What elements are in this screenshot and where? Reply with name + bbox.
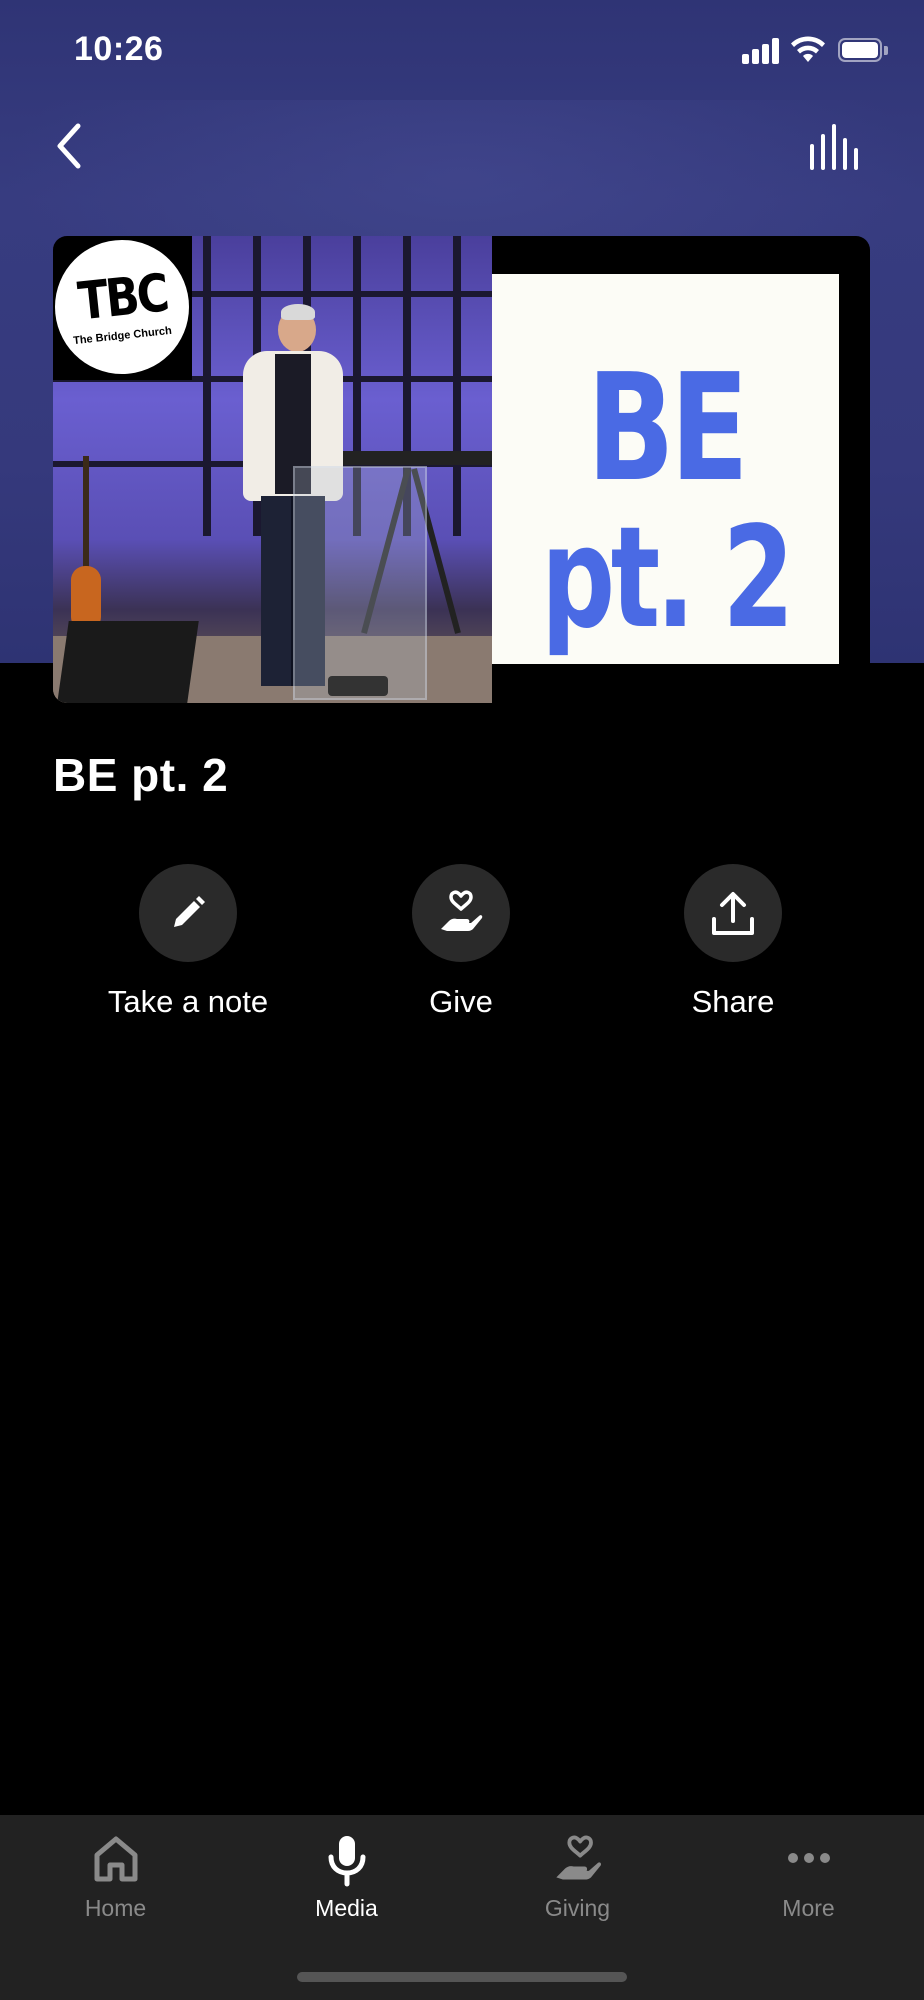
sermon-artwork: TBC The Bridge Church BE pt. 2	[53, 236, 870, 703]
episode-title: BE pt. 2	[53, 749, 229, 801]
back-button[interactable]	[50, 118, 94, 174]
tab-media[interactable]: Media	[231, 1815, 462, 1945]
status-time: 10:26	[74, 30, 164, 68]
chevron-left-icon	[57, 123, 81, 169]
title-card-line1: BE	[586, 342, 749, 514]
tab-home-label: Home	[84, 1895, 147, 1921]
logo-text: TBC	[75, 263, 170, 333]
heart-hand-icon	[555, 1835, 601, 1880]
heart-hand-icon	[441, 890, 483, 931]
home-indicator	[297, 1972, 627, 1982]
give-icon-circle	[412, 864, 510, 962]
take-note-label: Take a note	[107, 984, 269, 1019]
share-icon-circle	[684, 864, 782, 962]
take-note-icon-circle	[139, 864, 237, 962]
title-card-line2: pt. 2	[540, 497, 794, 660]
microphone-icon	[328, 1836, 365, 1887]
give-button[interactable]: Give	[331, 864, 591, 1020]
tab-giving-label: Giving	[544, 1895, 611, 1921]
audio-bars-icon	[810, 124, 858, 170]
tab-more[interactable]: More	[693, 1815, 924, 1945]
sermon-title-card: BE pt. 2	[492, 274, 839, 664]
audio-player-button[interactable]	[808, 124, 864, 172]
tab-media-label: Media	[315, 1895, 378, 1921]
cellular-signal-icon	[742, 38, 782, 64]
home-icon	[94, 1836, 137, 1882]
pencil-icon	[174, 896, 205, 927]
status-bar: 10:26	[0, 0, 924, 100]
give-label: Give	[429, 984, 493, 1019]
wifi-icon	[791, 36, 825, 62]
tab-home[interactable]: Home	[0, 1815, 231, 1945]
share-button[interactable]: Share	[603, 864, 863, 1020]
battery-icon	[838, 38, 888, 64]
take-note-button[interactable]: Take a note	[58, 864, 318, 1020]
share-upload-icon	[712, 892, 754, 935]
share-label: Share	[691, 984, 775, 1019]
tab-more-label: More	[782, 1895, 835, 1921]
sermon-photo: TBC The Bridge Church	[53, 236, 492, 703]
church-logo: TBC The Bridge Church	[53, 236, 192, 380]
more-dots-icon	[787, 1853, 830, 1863]
tab-giving[interactable]: Giving	[462, 1815, 693, 1945]
